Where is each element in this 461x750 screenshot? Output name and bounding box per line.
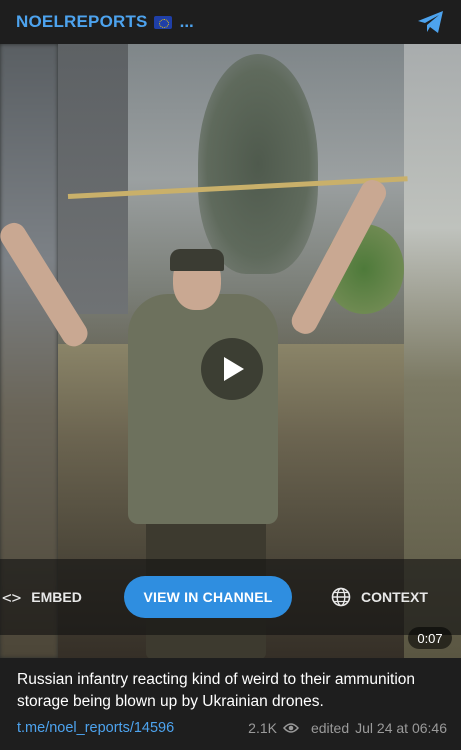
play-button[interactable]	[201, 338, 263, 400]
channel-header: NOELREPORTS ...	[0, 0, 461, 44]
view-count: 2.1K	[248, 720, 277, 736]
post-date: Jul 24 at 06:46	[355, 720, 447, 736]
context-label: CONTEXT	[361, 589, 428, 605]
play-icon	[224, 357, 244, 381]
telegram-logo-icon[interactable]	[417, 10, 445, 34]
video-person-cap	[170, 249, 224, 271]
post-meta: 2.1K edited Jul 24 at 06:46	[248, 720, 447, 736]
post-link[interactable]: t.me/noel_reports/14596	[17, 720, 174, 736]
video-tree	[198, 54, 318, 274]
channel-name-ellipsis: ...	[179, 12, 194, 31]
embed-button[interactable]: <> EMBED	[2, 559, 82, 635]
post-caption: Russian infantry reacting kind of weird …	[17, 671, 416, 710]
edited-label: edited	[310, 720, 350, 736]
channel-name[interactable]: NOELREPORTS	[16, 12, 148, 32]
context-button[interactable]: CONTEXT	[331, 559, 428, 635]
video-duration-badge: 0:07	[408, 627, 452, 649]
video-building	[58, 44, 128, 314]
globe-icon	[331, 587, 351, 607]
view-in-channel-button[interactable]: VIEW IN CHANNEL	[124, 576, 292, 618]
post-footer: t.me/noel_reports/14596 2.1K edited Jul …	[17, 717, 447, 739]
eye-icon	[282, 723, 299, 733]
embed-label: EMBED	[31, 589, 82, 605]
video-action-bar: <> EMBED VIEW IN CHANNEL CONTEXT	[0, 559, 461, 635]
video-person-body	[128, 294, 278, 524]
eu-flag-icon	[153, 15, 172, 29]
code-brackets-icon: <>	[2, 587, 22, 607]
video-player[interactable]: <> EMBED VIEW IN CHANNEL CONTEXT 0:07	[0, 44, 461, 658]
